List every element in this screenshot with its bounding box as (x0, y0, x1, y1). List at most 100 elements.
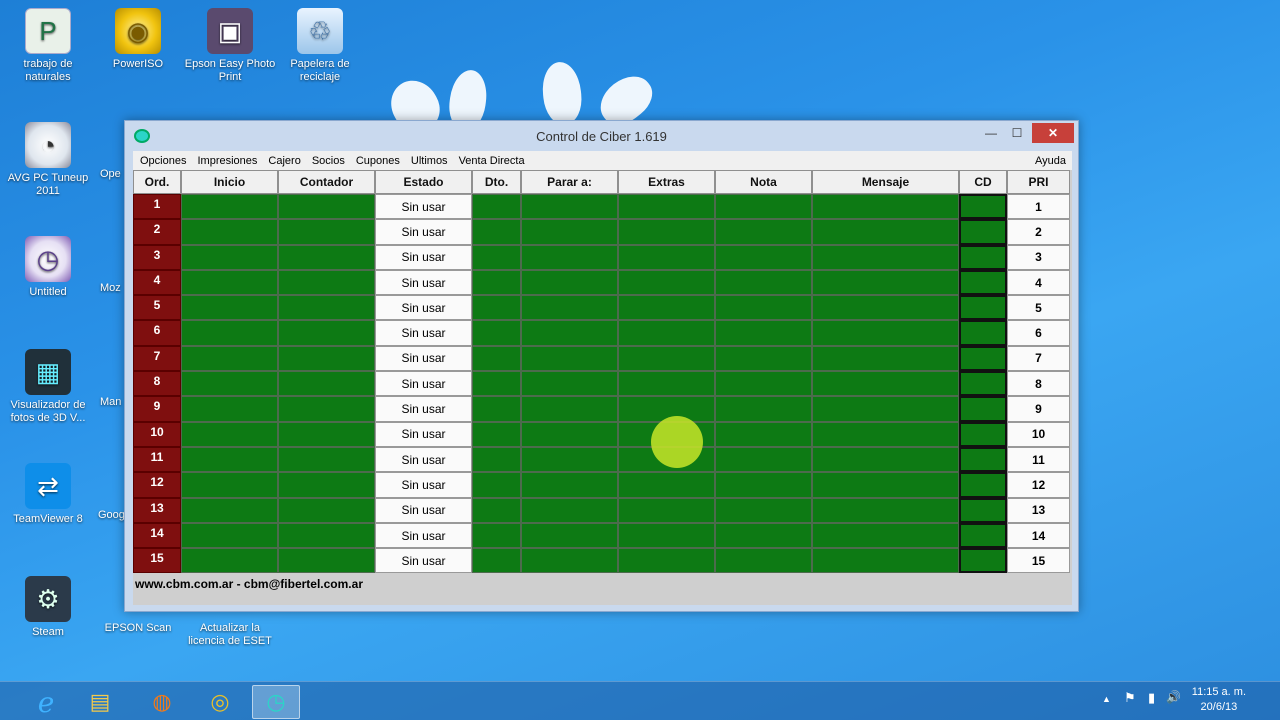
cell-inicio[interactable] (181, 446, 278, 473)
cell-ord[interactable]: 9 (133, 396, 181, 422)
cell-extras[interactable] (618, 269, 715, 296)
cell-parar-a[interactable] (521, 548, 618, 574)
cell-mensaje[interactable] (812, 396, 959, 422)
table-row[interactable]: 13 Sin usar 13 (133, 497, 1072, 523)
desktop-icon-teamviewer[interactable]: ⇄ TeamViewer 8 (2, 463, 94, 526)
cell-nota[interactable] (715, 497, 812, 523)
cell-estado[interactable]: Sin usar (375, 446, 472, 473)
cell-inicio[interactable] (181, 269, 278, 296)
taskbar-explorer-button[interactable]: ▤ (76, 685, 124, 719)
cell-dto[interactable] (472, 219, 521, 245)
cell-cd[interactable] (959, 396, 1007, 422)
desktop-icon-eset-license[interactable]: Actualizar la licencia de ESET (184, 622, 276, 648)
cell-contador[interactable] (278, 320, 375, 346)
table-row[interactable]: 5 Sin usar 5 (133, 295, 1072, 321)
taskbar-clock[interactable]: 11:15 a. m. 20/6/13 (1192, 685, 1246, 715)
cell-inicio[interactable] (181, 497, 278, 523)
cell-inicio[interactable] (181, 396, 278, 422)
cell-mensaje[interactable] (812, 194, 959, 220)
cell-mensaje[interactable] (812, 446, 959, 473)
taskbar-firefox-button[interactable]: ◍ (138, 685, 186, 719)
cell-extras[interactable] (618, 345, 715, 372)
desktop-icon-untitled[interactable]: ◷ Untitled (2, 236, 94, 299)
window-titlebar[interactable]: Control de Ciber 1.619 — ☐ ✕ (125, 121, 1078, 151)
cell-inicio[interactable] (181, 548, 278, 574)
cell-ord[interactable]: 10 (133, 421, 181, 447)
cell-pri[interactable]: 4 (1007, 269, 1070, 296)
cell-parar-a[interactable] (521, 446, 618, 473)
cell-nota[interactable] (715, 345, 812, 372)
cell-estado[interactable]: Sin usar (375, 497, 472, 523)
cell-dto[interactable] (472, 497, 521, 523)
cell-contador[interactable] (278, 446, 375, 473)
cell-estado[interactable]: Sin usar (375, 194, 472, 220)
cell-pri[interactable]: 2 (1007, 219, 1070, 245)
cell-nota[interactable] (715, 295, 812, 321)
table-row[interactable]: 10 Sin usar 10 (133, 421, 1072, 447)
cell-mensaje[interactable] (812, 244, 959, 270)
cell-inicio[interactable] (181, 421, 278, 447)
cell-parar-a[interactable] (521, 371, 618, 397)
table-row[interactable]: 12 Sin usar 12 (133, 472, 1072, 498)
cell-dto[interactable] (472, 295, 521, 321)
cell-cd[interactable] (959, 497, 1007, 523)
volume-icon[interactable]: 🔊 (1166, 690, 1181, 704)
cell-extras[interactable] (618, 295, 715, 321)
table-row[interactable]: 11 Sin usar 11 (133, 446, 1072, 473)
cell-ord[interactable]: 6 (133, 320, 181, 346)
cell-contador[interactable] (278, 219, 375, 245)
cell-dto[interactable] (472, 522, 521, 549)
cell-pri[interactable]: 13 (1007, 497, 1070, 523)
cell-contador[interactable] (278, 194, 375, 220)
cell-pri[interactable]: 8 (1007, 371, 1070, 397)
menu-socios[interactable]: Socios (312, 155, 345, 167)
cell-mensaje[interactable] (812, 371, 959, 397)
cell-contador[interactable] (278, 295, 375, 321)
cell-mensaje[interactable] (812, 497, 959, 523)
desktop-icon-epson-easy-photo-print[interactable]: ▣ Epson Easy Photo Print (184, 8, 276, 84)
cell-extras[interactable] (618, 472, 715, 498)
cell-estado[interactable]: Sin usar (375, 219, 472, 245)
column-header-estado[interactable]: Estado (375, 170, 472, 194)
cell-estado[interactable]: Sin usar (375, 371, 472, 397)
cell-parar-a[interactable] (521, 345, 618, 372)
column-header-parar-a[interactable]: Parar a: (521, 170, 618, 194)
cell-extras[interactable] (618, 194, 715, 220)
cell-cd[interactable] (959, 269, 1007, 296)
table-row[interactable]: 14 Sin usar 14 (133, 522, 1072, 549)
cell-nota[interactable] (715, 219, 812, 245)
menu-ayuda[interactable]: Ayuda (1035, 155, 1066, 167)
cell-contador[interactable] (278, 371, 375, 397)
cell-dto[interactable] (472, 244, 521, 270)
cell-mensaje[interactable] (812, 219, 959, 245)
cell-mensaje[interactable] (812, 421, 959, 447)
menu-opciones[interactable]: Opciones (140, 155, 186, 167)
cell-parar-a[interactable] (521, 396, 618, 422)
desktop-icon-trabajo-de-naturales[interactable]: P trabajo de naturales (2, 8, 94, 84)
cell-cd[interactable] (959, 421, 1007, 447)
column-header-dto[interactable]: Dto. (472, 170, 521, 194)
menu-cupones[interactable]: Cupones (356, 155, 400, 167)
cell-pri[interactable]: 10 (1007, 421, 1070, 447)
cell-ord[interactable]: 3 (133, 244, 181, 270)
cell-pri[interactable]: 3 (1007, 244, 1070, 270)
column-header-nota[interactable]: Nota (715, 170, 812, 194)
table-row[interactable]: 6 Sin usar 6 (133, 320, 1072, 346)
cell-dto[interactable] (472, 421, 521, 447)
cell-inicio[interactable] (181, 295, 278, 321)
table-row[interactable]: 8 Sin usar 8 (133, 371, 1072, 397)
desktop-icon-steam[interactable]: ⚙ Steam (2, 576, 94, 639)
table-row[interactable]: 15 Sin usar 15 (133, 548, 1072, 574)
column-header-cd[interactable]: CD (959, 170, 1007, 194)
cell-nota[interactable] (715, 320, 812, 346)
cell-dto[interactable] (472, 472, 521, 498)
cell-parar-a[interactable] (521, 244, 618, 270)
menu-venta-directa[interactable]: Venta Directa (459, 155, 525, 167)
cell-estado[interactable]: Sin usar (375, 244, 472, 270)
cell-estado[interactable]: Sin usar (375, 345, 472, 372)
cell-cd[interactable] (959, 219, 1007, 245)
cell-estado[interactable]: Sin usar (375, 421, 472, 447)
cell-extras[interactable] (618, 497, 715, 523)
cell-contador[interactable] (278, 497, 375, 523)
cell-extras[interactable] (618, 244, 715, 270)
